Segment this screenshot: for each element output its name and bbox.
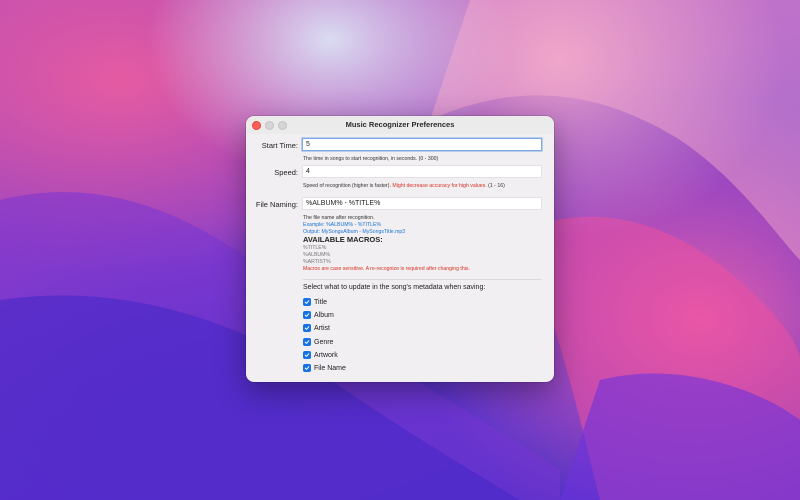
available-macros-heading: AVAILABLE MACROS: [303, 235, 383, 244]
metadata-prompt: Select what to update in the song's meta… [303, 284, 486, 291]
title-bar: Music Recognizer Preferences [246, 116, 554, 134]
checkbox-title[interactable]: Title [303, 298, 327, 306]
checkbox-label: Album [314, 311, 334, 319]
macro-title: %TITLE% [303, 245, 327, 251]
speed-label: Speed: [274, 168, 298, 177]
start-time-label: Start Time: [261, 141, 298, 150]
checkbox-label: Title [314, 298, 327, 306]
checkbox-checked-icon[interactable] [303, 298, 311, 306]
checkbox-label: Artist [314, 324, 330, 332]
checkbox-artist[interactable]: Artist [303, 324, 330, 332]
speed-hint-text: Speed of recognition (higher is faster). [303, 183, 393, 189]
checkbox-label: Artwork [314, 351, 338, 359]
checkbox-checked-icon[interactable] [303, 311, 311, 319]
speed-hint: Speed of recognition (higher is faster).… [303, 183, 505, 189]
speed-input[interactable]: 4 [303, 166, 541, 177]
start-time-hint: The time in songs to start recognition, … [303, 156, 439, 162]
checkbox-file-name[interactable]: File Name [303, 364, 346, 372]
checkbox-checked-icon[interactable] [303, 324, 311, 332]
file-naming-hint: The file name after recognition. [303, 215, 375, 221]
window-title: Music Recognizer Preferences [345, 120, 455, 129]
macro-artist: %ARTIST% [303, 259, 331, 265]
speed-hint-range: (1 - 16) [486, 183, 505, 189]
file-naming-label: File Naming: [255, 200, 298, 209]
macro-album: %ALBUM% [303, 252, 331, 258]
checkbox-label: File Name [314, 364, 346, 372]
file-naming-example: Example: %ALBUM% - %TITLE% [303, 222, 382, 228]
checkbox-checked-icon[interactable] [303, 351, 311, 359]
checkbox-checked-icon[interactable] [303, 338, 311, 346]
section-divider [303, 279, 541, 280]
checkbox-genre[interactable]: Genre [303, 338, 333, 346]
start-time-input[interactable]: 5 [303, 139, 541, 150]
macros-warning: Macros are case sensitive. A re-recogniz… [303, 266, 470, 272]
checkbox-album[interactable]: Album [303, 311, 334, 319]
checkbox-label: Genre [314, 338, 334, 346]
checkbox-checked-icon[interactable] [303, 364, 311, 372]
preferences-window: Music Recognizer Preferences Start Time:… [246, 116, 554, 382]
file-naming-input[interactable]: %ALBUM% - %TITLE% [303, 198, 541, 209]
preferences-content: Start Time: 5 The time in songs to start… [246, 134, 554, 382]
checkbox-artwork[interactable]: Artwork [303, 351, 338, 359]
speed-hint-warning: Might decrease accuracy for high values. [392, 183, 487, 189]
